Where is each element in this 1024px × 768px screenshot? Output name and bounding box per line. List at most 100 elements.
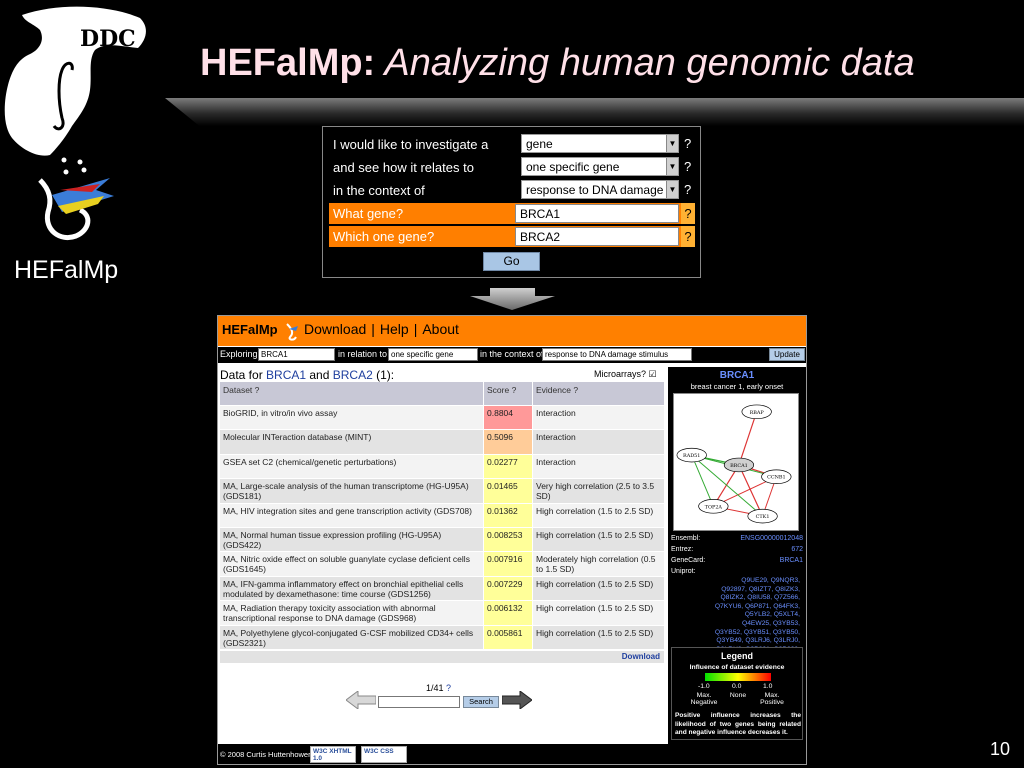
uniprot-label: Uniprot: [671,568,696,575]
entrez-link[interactable]: 672 [791,546,803,553]
exploring-label: Exploring [220,349,258,359]
nav-help[interactable]: Help [380,321,409,337]
legend-gradient [705,673,771,681]
table-row[interactable]: GSEA set C2 (chemical/genetic perturbati… [220,454,664,480]
page-search-input[interactable] [378,696,460,708]
network-node-label: TOP2A [705,504,723,510]
investigate-select[interactable]: gene ▼ [521,134,679,153]
entrez-label: Entrez: [671,546,694,553]
data-heading-prefix: Data for [220,368,267,382]
context-select[interactable]: response to DNA damage ▼ [521,180,679,199]
search-bar: Exploring BRCA1 in relation to one speci… [218,347,806,363]
badge-text: W3C XHTML 1.0 [313,748,352,762]
microarrays-checkbox[interactable]: ☑ [649,369,657,379]
score-cell: 0.8804 [483,406,532,430]
app-brand[interactable]: HEFalMp [222,322,278,337]
help-icon[interactable]: ? [681,203,695,224]
svg-text:DDC: DDC [80,26,136,52]
table-row[interactable]: MA, Nitric oxide effect on soluble guany… [220,552,664,577]
form-label: Which one gene? [333,229,435,244]
side-gene-name[interactable]: BRCA1 [668,370,806,381]
table-row[interactable]: MA, Radiation therapy toxicity associati… [220,601,664,626]
app-header: HEFalMp Download | Help | About [218,316,806,346]
help-icon[interactable]: ? [684,159,691,174]
genecard-link[interactable]: BRCA1 [780,557,803,564]
legend-subtitle: Influence of dataset evidence [689,664,785,671]
slide: DDC HEFalMp HEFalMp: Analyzing human gen… [0,0,1024,768]
header-score[interactable]: Score ? [483,382,532,405]
select-value: response to DNA damage [526,183,664,197]
dropdown-arrow-icon: ▼ [666,181,678,198]
title-bold: HEFalMp: [200,42,376,84]
microarrays-label: Microarrays? [594,369,647,379]
app-footer: © 2008 Curtis Huttenhower W3C XHTML 1.0 … [218,744,806,764]
table-row[interactable]: Molecular INTeraction database (MINT) 0.5… [220,430,664,455]
gene-side-panel: BRCA1 breast cancer 1, early onset RBAP … [668,367,806,744]
help-icon[interactable]: ? [684,136,691,151]
gene-network-graph[interactable]: RBAP RAD51 BRCA1 CCNB1 TOP2A CTK1 [673,393,799,531]
genecard-label: GeneCard: [671,557,706,564]
ensembl-label: Ensembl: [671,535,701,542]
table-header-row: Dataset ? Score ? Evidence ? [220,382,664,406]
network-node-label: CCNB1 [767,475,786,481]
page-count: 1/41 ? [426,683,451,693]
exploring-input[interactable]: BRCA1 [258,348,335,361]
gene1-link[interactable]: BRCA1 [266,368,306,382]
prev-arrow-icon[interactable] [346,691,376,709]
pager: 1/41 ? Search [346,681,536,711]
title-rest: Analyzing human genomic data [375,42,915,84]
logo-label: HEFalMp [14,256,119,284]
dataset-cell: MA, IFN-gamma inflammatory effect on bro… [223,578,464,599]
app-nav: Download | Help | About [304,321,459,337]
evidence-cell: Moderately high correlation (0.5 to 1.5 … [532,552,664,576]
nav-download[interactable]: Download [304,321,366,337]
evidence-cell: High correlation (1.5 to 2.5 SD) [532,503,664,527]
arrow-down-icon [470,288,555,310]
score-cell: 0.01362 [483,503,532,527]
relation-label: in relation to [338,349,388,359]
table-body: BioGRID, in vitro/in vivo assay 0.8804 Int… [220,406,664,650]
gene1-input[interactable]: BRCA1 [515,204,679,223]
score-cell: 0.5096 [483,430,532,454]
dataset-cell: MA, Nitric oxide effect on soluble guany… [223,554,470,575]
dropdown-arrow-icon: ▼ [666,158,678,175]
gene2-input[interactable]: BRCA2 [515,227,679,246]
w3c-xhtml-badge[interactable]: W3C XHTML 1.0 [310,746,356,763]
form-label: and see how it relates to [333,160,474,175]
legend-word: Max. Positive [760,692,784,706]
w3c-css-badge[interactable]: W3C CSS [361,746,407,763]
table-row[interactable]: MA, Normal human tissue expression profi… [220,527,664,553]
form-row-gene2: Which one gene? BRCA2 ? [329,226,695,247]
dataset-cell: MA, Large-scale analysis of the human tr… [223,481,469,502]
next-arrow-icon[interactable] [502,691,532,709]
help-icon[interactable]: ? [684,182,691,197]
relation-select[interactable]: one specific gene ▼ [521,157,679,176]
data-heading-and: and [306,368,333,382]
nav-about[interactable]: About [422,321,459,337]
table-row[interactable]: MA, IFN-gamma inflammatory effect on bro… [220,576,664,602]
context-label: in the context of [480,349,544,359]
legend-tick: -1.0 [698,683,710,690]
help-icon[interactable]: ? [681,226,695,247]
score-cell: 0.01465 [483,479,532,503]
table-row[interactable]: MA, HIV integration sites and gene trans… [220,503,664,528]
dropdown-arrow-icon: ▼ [666,135,678,152]
header-dataset[interactable]: Dataset ? [220,382,483,405]
go-button[interactable]: Go [483,252,540,271]
table-row[interactable]: MA, Large-scale analysis of the human tr… [220,479,664,504]
page-search-button[interactable]: Search [463,696,499,708]
table-row[interactable]: BioGRID, in vitro/in vivo assay 0.8804 Int… [220,406,664,431]
context-select[interactable]: response to DNA damage stimulus [542,348,692,361]
update-button[interactable]: Update [769,348,805,361]
relation-select[interactable]: one specific gene [388,348,478,361]
microarrays-toggle[interactable]: Microarrays? ☑ [594,369,657,380]
download-link[interactable]: Download [220,651,664,663]
table-row[interactable]: MA, Polyethylene glycol-conjugated G-CSF… [220,625,664,650]
form-label: What gene? [333,206,404,221]
ensembl-link[interactable]: ENSG00000012048 [740,535,803,542]
gene2-link[interactable]: BRCA2 [333,368,373,382]
help-icon[interactable]: ? [446,683,451,693]
header-evidence[interactable]: Evidence ? [532,382,664,405]
legend-title: Legend [720,651,753,661]
score-cell: 0.02277 [483,454,532,479]
